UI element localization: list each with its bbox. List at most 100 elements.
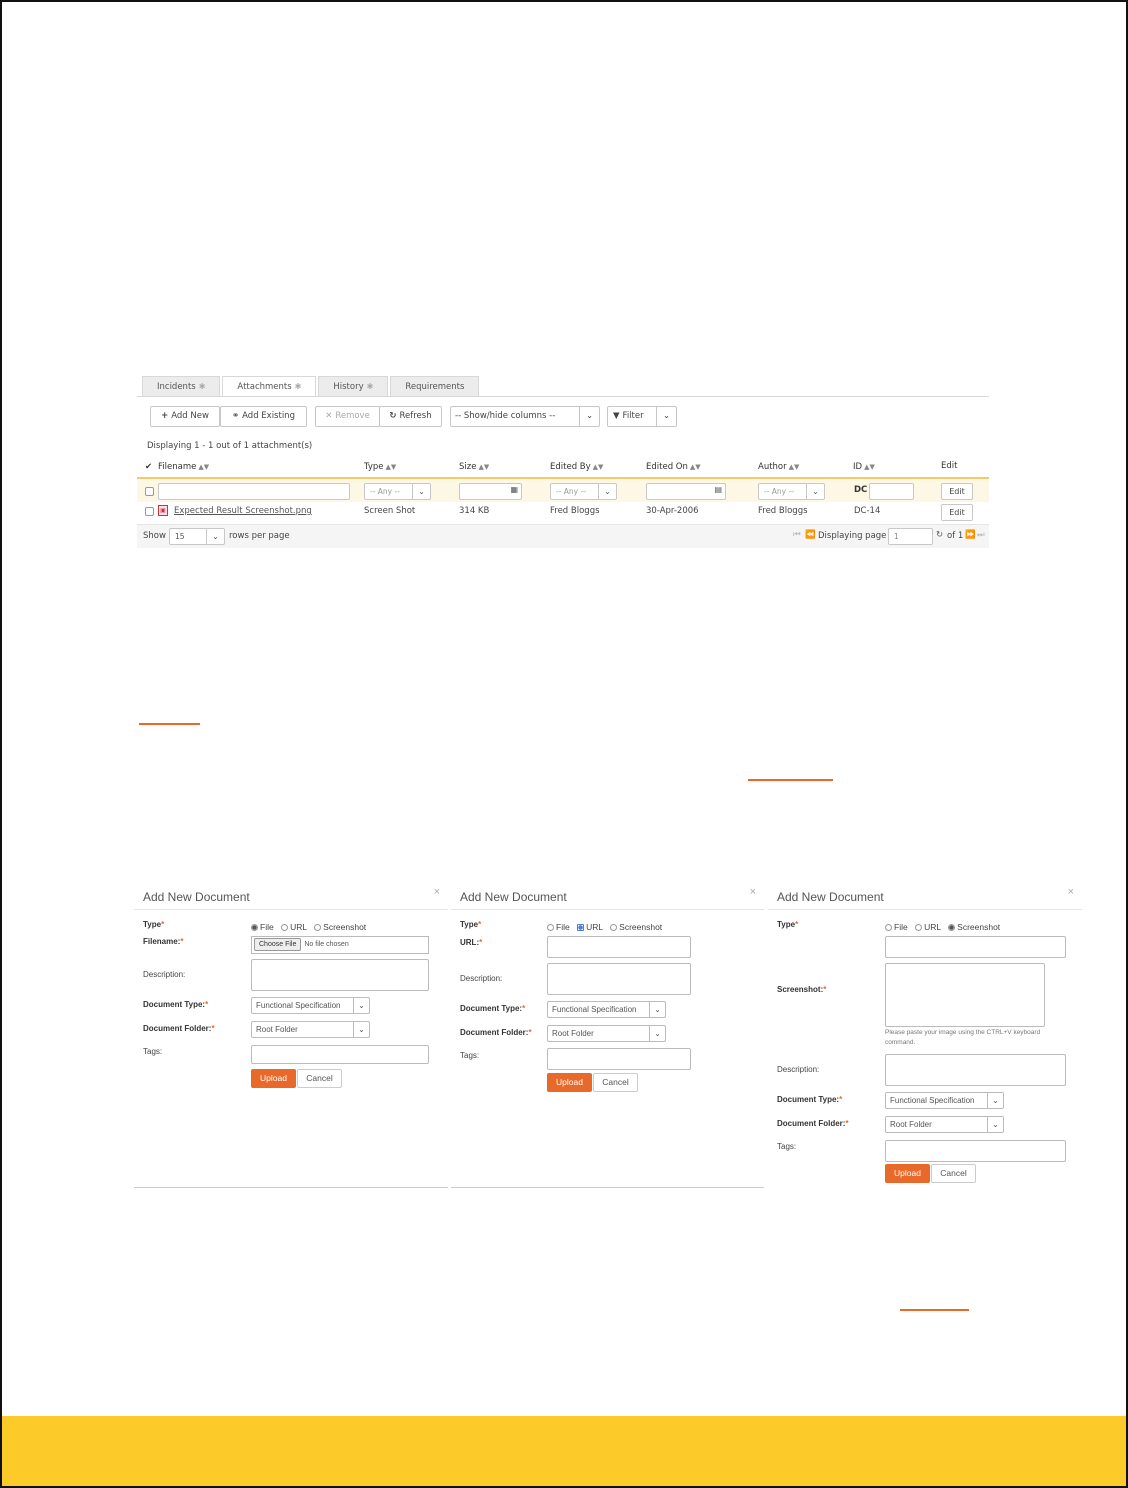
id-filter-input[interactable] (869, 483, 914, 500)
screenshot-paste-area[interactable] (885, 963, 1045, 1027)
upload-button[interactable]: Upload (885, 1164, 930, 1183)
radio-file[interactable] (885, 924, 892, 931)
required-marker: * (845, 1119, 849, 1128)
sort-icon[interactable]: ▲▼ (789, 463, 800, 471)
radio-screenshot[interactable] (610, 924, 618, 931)
rows-per-page-select[interactable]: 15 ⌄ (169, 528, 225, 545)
edited-on-cell: 30-Apr-2006 (646, 506, 699, 516)
tab-incidents[interactable]: Incidents ✱ (142, 376, 221, 396)
image-file-icon: ▣ (158, 505, 168, 516)
filter-button[interactable]: ▼ Filter ⌄ (607, 406, 677, 427)
label-text: Filename: (143, 937, 181, 946)
label-text: Document Folder: (460, 1028, 529, 1037)
required-marker: * (823, 985, 827, 994)
filename-filter-input[interactable] (158, 483, 350, 500)
remove-button[interactable]: ✕ Remove (315, 406, 380, 427)
label-text: Screenshot: (777, 985, 824, 994)
previous-page-icon[interactable]: ⏪ (805, 530, 816, 540)
tags-input[interactable] (885, 1140, 1066, 1162)
next-page-icon[interactable]: ⏩ (965, 530, 976, 540)
button-label: Add Existing (242, 411, 295, 421)
chevron-down-icon[interactable]: ⌄ (656, 407, 676, 426)
header-author[interactable]: Author ▲▼ (758, 462, 799, 472)
last-page-icon[interactable]: ⏭ (977, 530, 985, 540)
sort-icon[interactable]: ▲▼ (478, 463, 489, 471)
type-filter-select[interactable]: -- Any -- ⌄ (364, 483, 431, 500)
button-label: Filter (622, 411, 644, 421)
close-icon[interactable]: × (750, 886, 756, 898)
tab-history[interactable]: History ✱ (318, 376, 389, 396)
url-label: URL:* (460, 938, 482, 947)
add-new-button[interactable]: + Add New (150, 406, 220, 427)
filter-edit-button[interactable]: Edit (941, 483, 973, 500)
document-type-select[interactable]: Functional Specification ⌄ (251, 997, 370, 1014)
author-filter-select[interactable]: -- Any -- ⌄ (758, 483, 825, 500)
upload-button[interactable]: Upload (251, 1069, 296, 1088)
radio-file[interactable] (547, 924, 554, 931)
header-type[interactable]: Type ▲▼ (364, 462, 396, 472)
refresh-button[interactable]: ↻ Refresh (379, 406, 442, 427)
edited-by-filter-select[interactable]: -- Any -- ⌄ (550, 483, 617, 500)
first-page-icon[interactable]: ⏮ (793, 530, 801, 540)
row-checkbox[interactable] (145, 507, 154, 516)
sort-icon[interactable]: ▲▼ (593, 463, 604, 471)
description-textarea[interactable] (885, 1054, 1066, 1086)
refresh-icon[interactable]: ↻ (936, 530, 943, 540)
chevron-down-icon[interactable]: ⌄ (579, 407, 599, 426)
header-edited-by[interactable]: Edited By ▲▼ (550, 462, 603, 472)
chevron-down-icon: ⌄ (806, 484, 824, 499)
choose-file-button[interactable]: Choose File (254, 938, 302, 951)
radio-screenshot[interactable] (948, 924, 956, 931)
sort-icon[interactable]: ▲▼ (690, 463, 701, 471)
sort-icon[interactable]: ▲▼ (386, 463, 397, 471)
header-size[interactable]: Size ▲▼ (459, 462, 489, 472)
radio-screenshot[interactable] (314, 924, 322, 931)
size-filter-input[interactable]: ▦ (459, 483, 522, 500)
description-textarea[interactable] (547, 963, 691, 995)
add-document-dialog-file: Add New Document × Type* File URL Screen… (134, 880, 448, 1188)
label-text: Document Type: (777, 1095, 840, 1104)
description-textarea[interactable] (251, 959, 429, 991)
calculator-icon[interactable]: ▦ (510, 485, 518, 494)
cancel-button[interactable]: Cancel (297, 1069, 342, 1088)
select-all-checkbox[interactable] (145, 487, 154, 496)
row-edit-button[interactable]: Edit (941, 504, 973, 521)
radio-url[interactable] (281, 924, 289, 931)
select-all-check-icon[interactable]: ✔ (145, 462, 152, 472)
filename-link[interactable]: Expected Result Screenshot.png (174, 506, 312, 516)
sort-icon[interactable]: ▲▼ (198, 463, 209, 471)
header-filename[interactable]: Filename ▲▼ (158, 462, 209, 472)
show-hide-columns-select[interactable]: -- Show/hide columns -- ⌄ (450, 406, 600, 427)
url-input[interactable] (547, 936, 691, 958)
page-number-input[interactable]: 1 (888, 528, 933, 545)
tags-input[interactable] (251, 1045, 429, 1064)
file-input[interactable]: Choose File No file chosen (251, 936, 429, 954)
orange-rule-3 (900, 1309, 969, 1311)
tab-requirements[interactable]: Requirements (390, 376, 480, 396)
screenshot-name-input[interactable] (885, 936, 1066, 958)
radio-url[interactable] (577, 924, 585, 931)
calendar-icon[interactable]: ▤ (714, 485, 722, 494)
radio-label: URL (290, 922, 307, 932)
edited-on-filter-input[interactable]: ▤ (646, 483, 726, 500)
tab-attachments[interactable]: Attachments ✱ (222, 376, 317, 396)
document-type-select[interactable]: Functional Specification ⌄ (885, 1092, 1004, 1109)
add-document-dialog-url: Add New Document × Type* File URL Screen… (451, 880, 764, 1188)
radio-file[interactable] (251, 924, 258, 931)
upload-button[interactable]: Upload (547, 1073, 592, 1092)
cancel-button[interactable]: Cancel (931, 1164, 976, 1183)
tags-input[interactable] (547, 1048, 691, 1070)
document-folder-select[interactable]: Root Folder ⌄ (251, 1021, 370, 1038)
dialog-title: Add New Document (777, 890, 884, 904)
header-edited-on[interactable]: Edited On ▲▼ (646, 462, 701, 472)
add-existing-button[interactable]: ⚭ Add Existing (220, 406, 307, 427)
document-folder-select[interactable]: Root Folder ⌄ (885, 1116, 1004, 1133)
document-type-select[interactable]: Functional Specification ⌄ (547, 1001, 666, 1018)
close-icon[interactable]: × (1068, 886, 1074, 898)
sort-icon[interactable]: ▲▼ (864, 463, 875, 471)
cancel-button[interactable]: Cancel (593, 1073, 638, 1092)
document-folder-select[interactable]: Root Folder ⌄ (547, 1025, 666, 1042)
radio-url[interactable] (915, 924, 923, 931)
header-id[interactable]: ID ▲▼ (853, 462, 875, 472)
close-icon[interactable]: × (434, 886, 440, 898)
